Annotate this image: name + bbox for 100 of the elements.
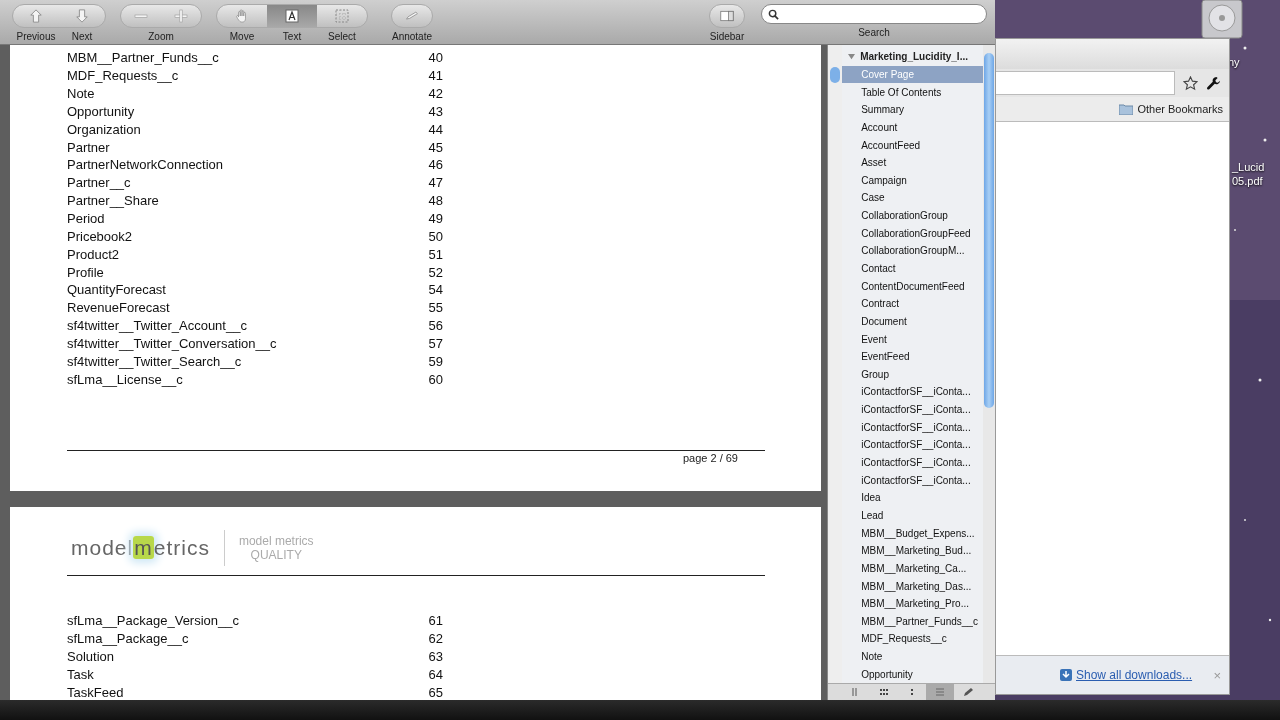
toc-entry: Opportunity	[67, 103, 136, 119]
page-number: 60	[427, 371, 443, 387]
scrollbar[interactable]	[983, 45, 995, 683]
toc-entry: sfLma__Package__c	[67, 631, 190, 647]
page-number: 62	[427, 631, 443, 647]
outline-item[interactable]: MBM__Budget_Expens...	[842, 524, 983, 542]
outline-item[interactable]: Asset	[842, 153, 983, 172]
outline-item[interactable]: Idea	[842, 489, 983, 507]
toc-entry: Partner	[67, 139, 111, 155]
outline-item[interactable]: Account	[842, 118, 983, 137]
outline-item[interactable]: CollaborationGroup	[842, 206, 983, 225]
page-number: 51	[427, 246, 443, 262]
marquee-icon	[335, 9, 349, 23]
hard-drive-icon[interactable]	[1200, 0, 1244, 40]
page-number: 59	[427, 353, 443, 369]
toc-entry: Organization	[67, 121, 142, 137]
outline-item[interactable]: MDF_Requests__c	[842, 630, 983, 648]
outline-item[interactable]: Note	[842, 647, 983, 666]
star-icon[interactable]	[1183, 75, 1198, 91]
outline-item[interactable]: Contact	[842, 259, 983, 278]
bookmark-folder[interactable]: Other Bookmarks	[1119, 103, 1223, 115]
desktop-label: 05.pdf	[1232, 175, 1263, 187]
outline-document[interactable]: Marketing_Lucidity_I...	[842, 48, 983, 66]
outline-item[interactable]: Opportunity	[842, 665, 983, 683]
outline-item[interactable]: Group	[842, 365, 983, 384]
toc-entry: sf4twitter__Twitter_Search__c	[67, 353, 243, 369]
outline-item[interactable]: CollaborationGroupM...	[842, 242, 983, 260]
outline-item[interactable]: Case	[842, 189, 983, 207]
outline-item[interactable]: iContactforSF__iConta...	[842, 383, 983, 401]
search-icon	[768, 8, 779, 20]
toc-entry: Pricebook2	[67, 228, 134, 244]
outline-item[interactable]: Document	[842, 312, 983, 331]
page-number: 54	[427, 282, 443, 298]
outline-item[interactable]: MBM__Marketing_Pro...	[842, 594, 983, 613]
outline-item[interactable]: MBM__Marketing_Das...	[842, 577, 983, 595]
toolbar-label: Zoom	[147, 31, 175, 42]
toolbar-label: Sidebar	[708, 31, 746, 42]
page-number: 57	[427, 335, 443, 351]
plus-icon	[174, 9, 188, 23]
page-number: 45	[427, 139, 443, 155]
outline-item[interactable]: Contract	[842, 294, 983, 313]
up-arrow-icon	[29, 9, 43, 23]
toc-entry: Profile	[67, 264, 105, 280]
page-number: 44	[427, 121, 443, 137]
disclosure-triangle-icon	[848, 53, 856, 61]
outline-item[interactable]: Table Of Contents	[842, 83, 983, 101]
toc-entry: Period	[67, 211, 106, 226]
toc-entry: MDF_Requests__c	[67, 68, 180, 84]
toc-entry: Product2	[67, 246, 121, 262]
outline-item[interactable]: iContactforSF__iConta...	[842, 471, 983, 489]
outline-item[interactable]: Lead	[842, 506, 983, 525]
text-tool-button[interactable]	[267, 5, 317, 27]
down-arrow-icon	[75, 9, 89, 23]
outline-item[interactable]: iContactforSF__iConta...	[842, 418, 983, 437]
outline-item[interactable]: Event	[842, 330, 983, 348]
address-field[interactable]	[996, 71, 1175, 95]
toc-entry: sfLma__Package_Version__c	[67, 613, 240, 629]
outline-item[interactable]: MBM__Marketing_Bud...	[842, 541, 983, 560]
logo-subtitle: QUALITY	[250, 548, 302, 562]
page-number: 64	[427, 666, 443, 682]
page-number: 49	[427, 211, 443, 226]
outline-item[interactable]: MBM__Partner_Funds__c	[842, 612, 983, 631]
outline-item[interactable]: Campaign	[842, 171, 983, 190]
outline-item[interactable]: iContactforSF__iConta...	[842, 436, 983, 454]
outline-item[interactable]: MBM__Marketing_Ca...	[842, 559, 983, 578]
logo-tagline: model metrics	[238, 534, 314, 548]
show-downloads-link[interactable]: Show all downloads...	[1076, 668, 1193, 682]
wrench-icon[interactable]	[1206, 75, 1221, 91]
toc-entry: sf4twitter__Twitter_Account__c	[67, 318, 248, 334]
outline-item[interactable]: EventFeed	[842, 347, 983, 366]
toolbar-label: Select	[327, 31, 357, 42]
toolbar-label: Search	[858, 27, 890, 38]
toolbar-label: Annotate	[390, 31, 433, 42]
page-number: 61	[427, 613, 443, 629]
page-number: 41	[427, 68, 443, 84]
search-field[interactable]	[761, 4, 987, 24]
sidebar-icon	[720, 9, 734, 23]
toc-entry: Partner__Share	[67, 193, 160, 209]
toolbar-label: Move	[228, 31, 256, 42]
outline-item[interactable]: AccountFeed	[842, 136, 983, 154]
outline-item[interactable]: CollaborationGroupFeed	[842, 224, 983, 243]
toc-entry: RevenueForecast	[67, 300, 171, 316]
list-icon	[934, 687, 947, 697]
outline-item[interactable]: ContentDocumentFeed	[842, 277, 983, 295]
list-view-button[interactable]	[926, 684, 955, 700]
toc-entry: Solution	[67, 649, 115, 665]
desktop-label: ny	[1228, 56, 1240, 68]
toc-entry: Partner__c	[67, 175, 132, 191]
scrollbar[interactable]	[828, 45, 843, 683]
page-number: 40	[427, 50, 443, 66]
page-number: 55	[427, 300, 443, 316]
outline-item[interactable]: Summary	[842, 100, 983, 119]
page-number: 46	[427, 157, 443, 173]
toc-entry: Note	[67, 86, 96, 102]
toc-entry: MBM__Partner_Funds__c	[67, 50, 220, 66]
outline-item[interactable]: iContactforSF__iConta...	[842, 400, 983, 419]
page-footer: page 2 / 69	[682, 452, 738, 465]
toolbar-label: Text	[281, 31, 303, 42]
outline-item[interactable]: iContactforSF__iConta...	[842, 453, 983, 472]
folder-icon	[1119, 103, 1134, 115]
